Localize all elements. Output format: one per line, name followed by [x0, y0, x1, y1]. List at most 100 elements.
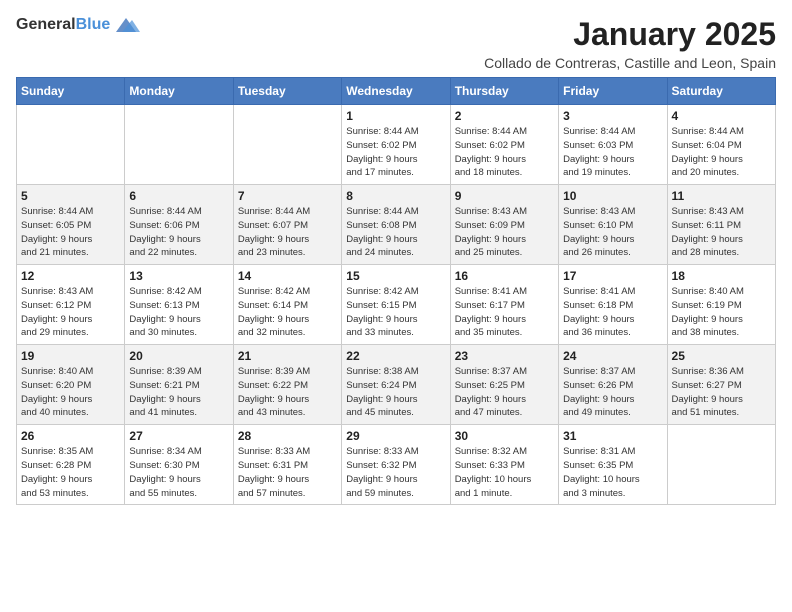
- day-number: 31: [563, 429, 662, 443]
- calendar-day-cell: 9 Sunrise: 8:43 AM Sunset: 6:09 PM Daylig…: [450, 185, 558, 265]
- day-detail: Sunrise: 8:44 AM Sunset: 6:03 PM Dayligh…: [563, 125, 662, 180]
- day-number: 10: [563, 189, 662, 203]
- weekday-header: Wednesday: [342, 78, 450, 105]
- day-detail: Sunrise: 8:41 AM Sunset: 6:17 PM Dayligh…: [455, 285, 554, 340]
- day-number: 17: [563, 269, 662, 283]
- calendar-day-cell: 6Sunrise: 8:44 AM Sunset: 6:06 PM Daylig…: [125, 185, 233, 265]
- day-number: 8: [346, 189, 445, 203]
- day-number: 22: [346, 349, 445, 363]
- day-detail: Sunrise: 8:43 AM Sunset: 6:09 PM Dayligh…: [455, 205, 554, 260]
- calendar-week-row: 26 Sunrise: 8:35 AM Sunset: 6:28 PM Dayli…: [17, 425, 776, 505]
- calendar-day-cell: 3 Sunrise: 8:44 AM Sunset: 6:03 PM Daylig…: [559, 105, 667, 185]
- day-detail: Sunrise: 8:44 AM Sunset: 6:04 PM Dayligh…: [672, 125, 771, 180]
- day-detail: Sunrise: 8:33 AM Sunset: 6:32 PM Dayligh…: [346, 445, 445, 500]
- day-number: 23: [455, 349, 554, 363]
- day-number: 14: [238, 269, 337, 283]
- weekday-header: Tuesday: [233, 78, 341, 105]
- day-detail: Sunrise: 8:39 AM Sunset: 6:22 PM Dayligh…: [238, 365, 337, 420]
- day-number: 3: [563, 109, 662, 123]
- day-detail: Sunrise: 8:35 AM Sunset: 6:28 PM Dayligh…: [21, 445, 120, 500]
- day-number: 11: [672, 189, 771, 203]
- weekday-header: Friday: [559, 78, 667, 105]
- day-detail: Sunrise: 8:44 AM Sunset: 6:08 PM Dayligh…: [346, 205, 445, 260]
- logo-blue: Blue: [76, 16, 111, 33]
- weekday-header: Sunday: [17, 78, 125, 105]
- day-number: 20: [129, 349, 228, 363]
- day-detail: Sunrise: 8:37 AM Sunset: 6:25 PM Dayligh…: [455, 365, 554, 420]
- day-detail: Sunrise: 8:44 AM Sunset: 6:05 PM Dayligh…: [21, 205, 120, 260]
- day-number: 4: [672, 109, 771, 123]
- calendar-day-cell: [125, 105, 233, 185]
- calendar-day-cell: 17 Sunrise: 8:41 AM Sunset: 6:18 PM Dayli…: [559, 265, 667, 345]
- day-number: 25: [672, 349, 771, 363]
- calendar-day-cell: 15Sunrise: 8:42 AM Sunset: 6:15 PM Dayli…: [342, 265, 450, 345]
- day-number: 24: [563, 349, 662, 363]
- day-detail: Sunrise: 8:42 AM Sunset: 6:15 PM Dayligh…: [346, 285, 445, 340]
- calendar-day-cell: [667, 425, 775, 505]
- day-number: 29: [346, 429, 445, 443]
- day-detail: Sunrise: 8:31 AM Sunset: 6:35 PM Dayligh…: [563, 445, 662, 500]
- day-detail: Sunrise: 8:44 AM Sunset: 6:06 PM Dayligh…: [129, 205, 228, 260]
- day-number: 7: [238, 189, 337, 203]
- calendar-day-cell: 31 Sunrise: 8:31 AM Sunset: 6:35 PM Dayli…: [559, 425, 667, 505]
- day-detail: Sunrise: 8:41 AM Sunset: 6:18 PM Dayligh…: [563, 285, 662, 340]
- calendar-day-cell: 22 Sunrise: 8:38 AM Sunset: 6:24 PM Dayli…: [342, 345, 450, 425]
- calendar-day-cell: 12 Sunrise: 8:43 AM Sunset: 6:12 PM Dayli…: [17, 265, 125, 345]
- page-header: GeneralBlue January 2025 Collado de Cont…: [16, 16, 776, 71]
- day-detail: Sunrise: 8:44 AM Sunset: 6:02 PM Dayligh…: [455, 125, 554, 180]
- day-detail: Sunrise: 8:40 AM Sunset: 6:19 PM Dayligh…: [672, 285, 771, 340]
- calendar-day-cell: 5 Sunrise: 8:44 AM Sunset: 6:05 PM Daylig…: [17, 185, 125, 265]
- calendar-day-cell: 26 Sunrise: 8:35 AM Sunset: 6:28 PM Dayli…: [17, 425, 125, 505]
- logo-text: GeneralBlue: [16, 16, 110, 34]
- subtitle: Collado de Contreras, Castille and Leon,…: [484, 55, 776, 71]
- calendar-day-cell: 1 Sunrise: 8:44 AM Sunset: 6:02 PM Daylig…: [342, 105, 450, 185]
- calendar-day-cell: 14 Sunrise: 8:42 AM Sunset: 6:14 PM Dayli…: [233, 265, 341, 345]
- calendar-day-cell: 18 Sunrise: 8:40 AM Sunset: 6:19 PM Dayli…: [667, 265, 775, 345]
- day-detail: Sunrise: 8:43 AM Sunset: 6:11 PM Dayligh…: [672, 205, 771, 260]
- calendar-day-cell: 4 Sunrise: 8:44 AM Sunset: 6:04 PM Daylig…: [667, 105, 775, 185]
- day-detail: Sunrise: 8:43 AM Sunset: 6:10 PM Dayligh…: [563, 205, 662, 260]
- day-detail: Sunrise: 8:43 AM Sunset: 6:12 PM Dayligh…: [21, 285, 120, 340]
- calendar-day-cell: 25 Sunrise: 8:36 AM Sunset: 6:27 PM Dayli…: [667, 345, 775, 425]
- calendar-day-cell: [17, 105, 125, 185]
- calendar-day-cell: 27Sunrise: 8:34 AM Sunset: 6:30 PM Dayli…: [125, 425, 233, 505]
- day-number: 13: [129, 269, 228, 283]
- calendar-day-cell: 21 Sunrise: 8:39 AM Sunset: 6:22 PM Dayli…: [233, 345, 341, 425]
- day-number: 16: [455, 269, 554, 283]
- day-detail: Sunrise: 8:44 AM Sunset: 6:02 PM Dayligh…: [346, 125, 445, 180]
- calendar-table: SundayMondayTuesdayWednesdayThursdayFrid…: [16, 77, 776, 505]
- calendar-day-cell: 13Sunrise: 8:42 AM Sunset: 6:13 PM Dayli…: [125, 265, 233, 345]
- weekday-header: Monday: [125, 78, 233, 105]
- calendar-day-cell: 10 Sunrise: 8:43 AM Sunset: 6:10 PM Dayli…: [559, 185, 667, 265]
- day-number: 1: [346, 109, 445, 123]
- day-number: 30: [455, 429, 554, 443]
- calendar-day-cell: 30 Sunrise: 8:32 AM Sunset: 6:33 PM Dayli…: [450, 425, 558, 505]
- day-detail: Sunrise: 8:39 AM Sunset: 6:21 PM Dayligh…: [129, 365, 228, 420]
- day-number: 18: [672, 269, 771, 283]
- day-number: 2: [455, 109, 554, 123]
- calendar-day-cell: 23 Sunrise: 8:37 AM Sunset: 6:25 PM Dayli…: [450, 345, 558, 425]
- day-number: 9: [455, 189, 554, 203]
- month-title: January 2025: [484, 16, 776, 53]
- calendar-day-cell: 8 Sunrise: 8:44 AM Sunset: 6:08 PM Daylig…: [342, 185, 450, 265]
- logo: GeneralBlue: [16, 16, 140, 34]
- calendar-day-cell: 11 Sunrise: 8:43 AM Sunset: 6:11 PM Dayli…: [667, 185, 775, 265]
- calendar-day-cell: 2 Sunrise: 8:44 AM Sunset: 6:02 PM Daylig…: [450, 105, 558, 185]
- day-detail: Sunrise: 8:42 AM Sunset: 6:14 PM Dayligh…: [238, 285, 337, 340]
- day-number: 26: [21, 429, 120, 443]
- day-number: 5: [21, 189, 120, 203]
- day-detail: Sunrise: 8:32 AM Sunset: 6:33 PM Dayligh…: [455, 445, 554, 500]
- day-detail: Sunrise: 8:40 AM Sunset: 6:20 PM Dayligh…: [21, 365, 120, 420]
- weekday-header: Saturday: [667, 78, 775, 105]
- calendar-header-row: SundayMondayTuesdayWednesdayThursdayFrid…: [17, 78, 776, 105]
- day-detail: Sunrise: 8:38 AM Sunset: 6:24 PM Dayligh…: [346, 365, 445, 420]
- day-detail: Sunrise: 8:36 AM Sunset: 6:27 PM Dayligh…: [672, 365, 771, 420]
- calendar-week-row: 12 Sunrise: 8:43 AM Sunset: 6:12 PM Dayli…: [17, 265, 776, 345]
- calendar-day-cell: 20 Sunrise: 8:39 AM Sunset: 6:21 PM Dayli…: [125, 345, 233, 425]
- calendar-day-cell: [233, 105, 341, 185]
- day-detail: Sunrise: 8:44 AM Sunset: 6:07 PM Dayligh…: [238, 205, 337, 260]
- day-number: 12: [21, 269, 120, 283]
- day-number: 28: [238, 429, 337, 443]
- logo-icon: [112, 16, 140, 34]
- day-number: 21: [238, 349, 337, 363]
